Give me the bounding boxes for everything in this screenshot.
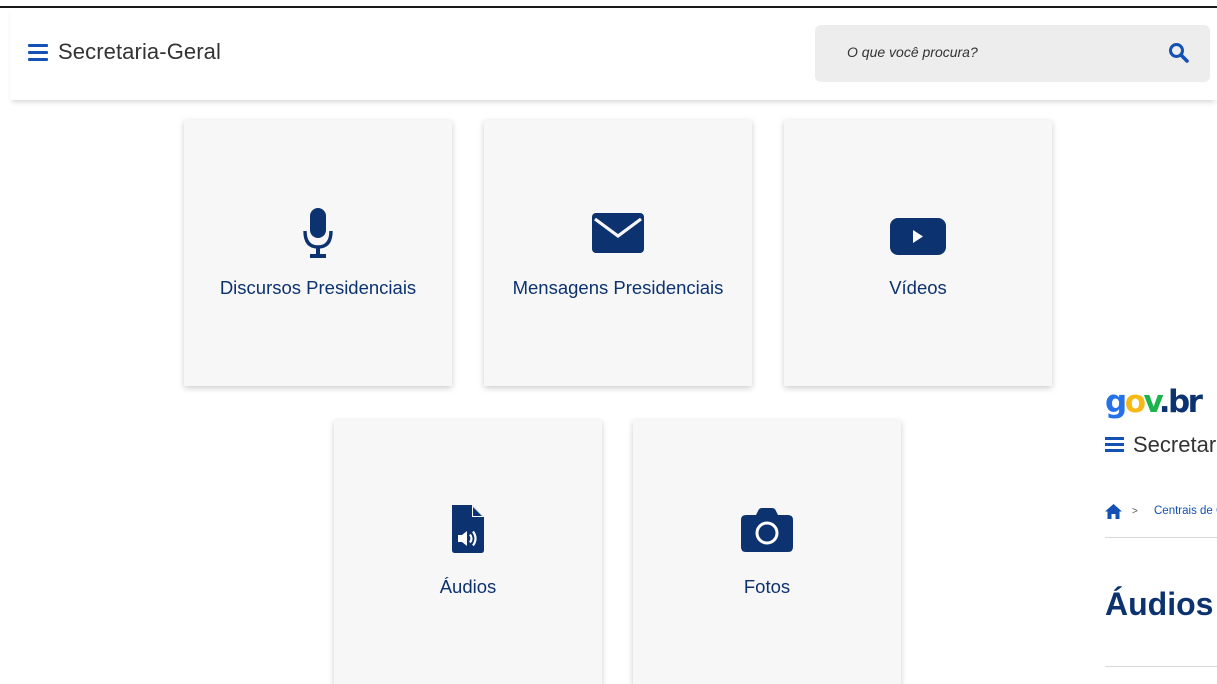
breadcrumb-separator: > xyxy=(1132,506,1138,517)
card-label: Discursos Presidenciais xyxy=(219,277,417,298)
youtube-play-icon xyxy=(784,218,1052,255)
card-fotos[interactable]: Fotos xyxy=(633,420,901,684)
gov-br-logo[interactable]: gov.br xyxy=(1105,384,1203,420)
page-title: Áudios xyxy=(1105,586,1214,622)
secondary-page-preview: gov.br Secretaria-Geral > Centrais de Co… xyxy=(1105,380,1217,684)
audio-file-icon xyxy=(334,505,602,553)
camera-icon xyxy=(633,508,901,552)
home-icon[interactable] xyxy=(1105,504,1122,519)
search-icon[interactable] xyxy=(1167,41,1191,65)
microphone-icon xyxy=(184,208,452,260)
hamburger-menu-icon[interactable] xyxy=(28,44,48,62)
search-input[interactable] xyxy=(847,44,1147,60)
card-mensagens-presidenciais[interactable]: Mensagens Presidenciais xyxy=(484,120,752,386)
divider xyxy=(1105,666,1217,667)
breadcrumb-link[interactable]: Centrais de Conteúdo xyxy=(1154,505,1217,517)
hamburger-menu-icon[interactable] xyxy=(1105,437,1124,453)
card-videos[interactable]: Vídeos xyxy=(784,120,1052,386)
divider xyxy=(1105,537,1217,538)
card-label: Mensagens Presidenciais xyxy=(512,277,724,298)
card-discursos-presidenciais[interactable]: Discursos Presidenciais xyxy=(184,120,452,386)
card-label: Fotos xyxy=(743,576,791,597)
card-audios[interactable]: Áudios xyxy=(334,420,602,684)
card-label: Vídeos xyxy=(889,277,947,298)
site-title[interactable]: Secretaria-Geral xyxy=(58,39,221,65)
site-title[interactable]: Secretaria-Geral xyxy=(1133,432,1217,458)
site-header: Secretaria-Geral xyxy=(10,8,1217,100)
envelope-icon xyxy=(484,213,752,253)
search-bar xyxy=(815,25,1210,82)
card-label: Áudios xyxy=(439,576,497,597)
